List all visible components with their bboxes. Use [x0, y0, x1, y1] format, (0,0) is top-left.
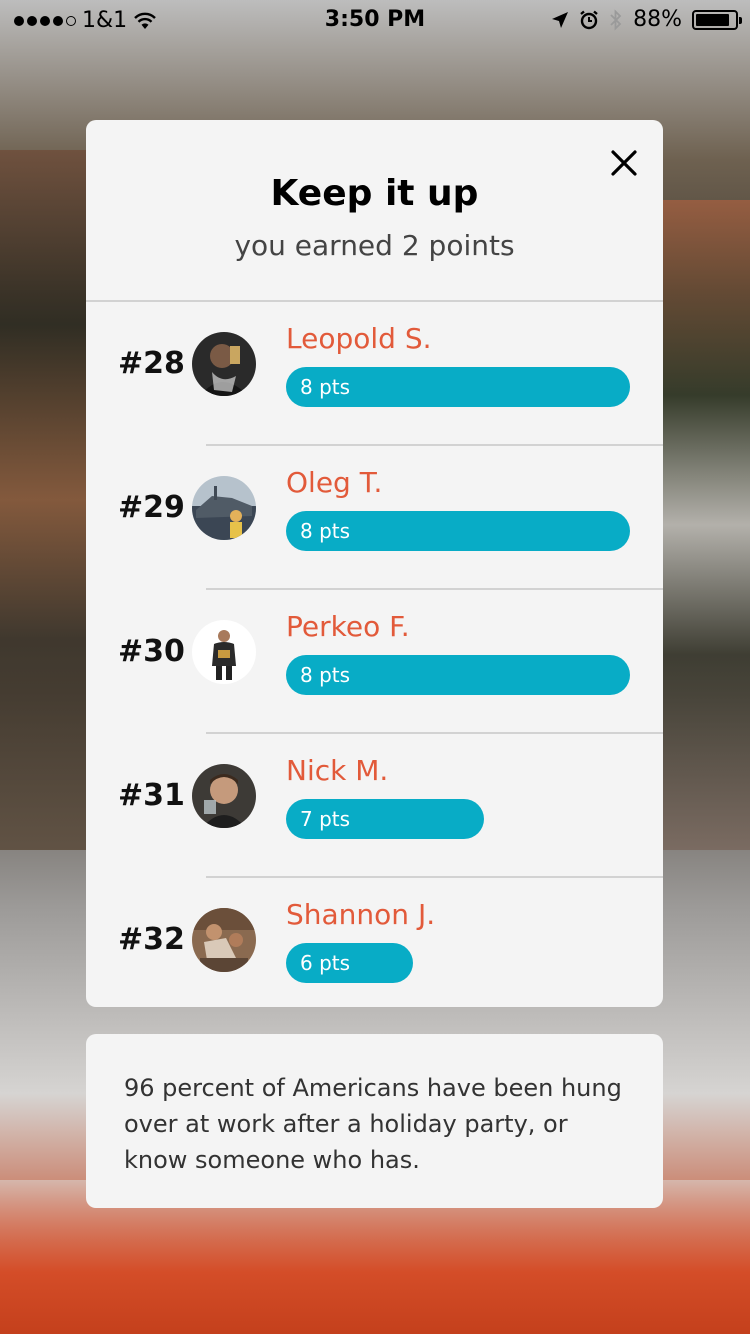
alarm-icon [580, 10, 598, 29]
leaderboard-row[interactable]: #29 Oleg T. 8 pts [86, 446, 663, 590]
player-name: Nick M. [286, 754, 389, 787]
points-bar: 7 pts [286, 799, 484, 839]
rank-label: #31 [118, 778, 185, 813]
player-name: Oleg T. [286, 466, 383, 499]
rank-label: #28 [118, 346, 185, 381]
leaderboard-row[interactable]: #28 Leopold S. 8 pts [86, 302, 663, 446]
avatar [192, 764, 256, 828]
battery-level [696, 13, 729, 26]
leaderboard-row[interactable]: #31 Nick M. 7 pts [86, 734, 663, 878]
leaderboard-row[interactable]: #32 Shannon J. 6 pts [86, 878, 663, 1007]
battery-percentage: 88% [633, 7, 682, 32]
avatar [192, 620, 256, 684]
avatar [192, 908, 256, 972]
avatar [192, 476, 256, 540]
rank-label: #30 [118, 634, 185, 669]
dialog-subtitle: you earned 2 points [234, 229, 515, 262]
points-bar: 8 pts [286, 511, 630, 551]
rank-label: #32 [118, 922, 185, 957]
points-bar: 8 pts [286, 655, 630, 695]
leaderboard-row[interactable]: #30 Perkeo F. 8 pts [86, 590, 663, 734]
status-bar-right: 88% [551, 7, 742, 32]
bluetooth-icon [610, 8, 622, 31]
leaderboard-dialog: Keep it up you earned 2 points #28 Leopo… [86, 120, 663, 1007]
dialog-title: Keep it up [270, 173, 479, 214]
player-name: Perkeo F. [286, 610, 410, 643]
points-bar: 8 pts [286, 367, 630, 407]
battery-icon [692, 9, 742, 30]
player-name: Shannon J. [286, 898, 436, 931]
avatar [192, 332, 256, 396]
rank-label: #29 [118, 490, 185, 525]
points-bar: 6 pts [286, 943, 413, 983]
fun-fact-text: 96 percent of Americans have been hung o… [124, 1074, 622, 1174]
fun-fact-card: 96 percent of Americans have been hung o… [86, 1034, 663, 1208]
location-arrow-icon [552, 11, 569, 28]
player-name: Leopold S. [286, 322, 432, 355]
status-bar: 1&1 3:50 PM 88% [0, 0, 750, 40]
